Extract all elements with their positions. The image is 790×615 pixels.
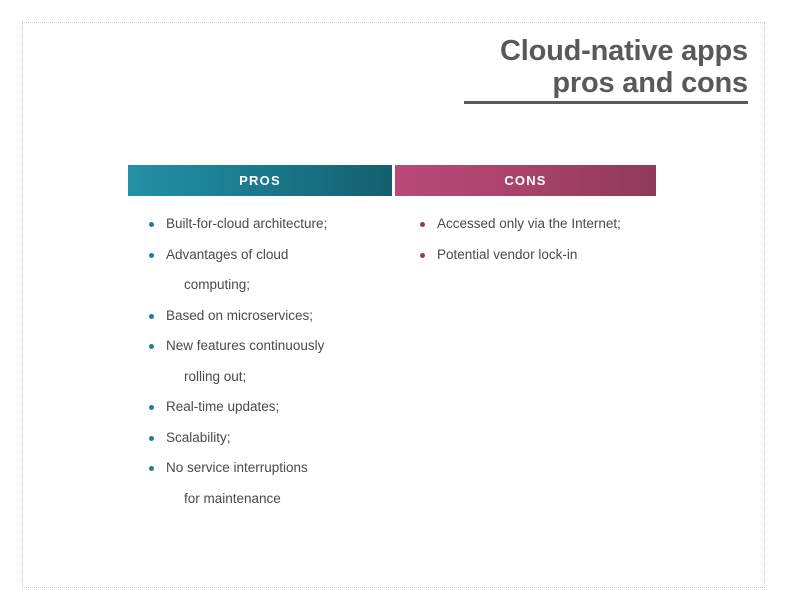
page-title: Cloud-native apps pros and cons (288, 35, 748, 105)
title-underline-rule (464, 101, 748, 105)
list-item: No service interruptions for maintenance (148, 458, 398, 509)
list-item: Potential vendor lock-in (419, 245, 689, 266)
list-item-text: Based on microservices; (166, 307, 314, 323)
pros-list: Built-for-cloud architecture; Advantages… (148, 214, 398, 509)
bullet-dot-icon (149, 435, 154, 441)
list-item-text: Accessed only via the Internet; (437, 216, 621, 231)
list-item: Built-for-cloud architecture; (148, 214, 398, 235)
page-title-line-2: pros and cons (552, 67, 748, 100)
bullet-dot-icon (149, 252, 154, 258)
bullet-dot-icon (420, 222, 425, 227)
list-item-text: No service interruptions (166, 460, 308, 476)
list-item-text: New features continuously (166, 338, 325, 354)
list-item-text: Built-for-cloud architecture; (166, 216, 328, 231)
list-item: New features continuously rolling out; (148, 336, 398, 387)
cons-list: Accessed only via the Internet; Potentia… (419, 214, 689, 265)
bullet-dot-icon (149, 222, 154, 227)
bullet-dot-icon (149, 313, 154, 319)
bullet-dot-icon (149, 344, 154, 350)
bullet-dot-icon (420, 252, 425, 258)
column-header-cons-label: CONS (504, 173, 547, 188)
list-item-continuation: for maintenance (184, 490, 281, 506)
list-item: Real-time updates; (148, 397, 398, 418)
page-title-line-2-wrapper: pros and cons (288, 67, 748, 105)
bullet-dot-icon (149, 466, 154, 472)
pros-column: Built-for-cloud architecture; Advantages… (148, 214, 398, 519)
list-item-text: Potential vendor lock-in (437, 246, 578, 262)
list-item-text: Scalability; (166, 429, 231, 445)
page-title-line-1: Cloud-native apps (500, 35, 748, 67)
list-item: Accessed only via the Internet; (419, 214, 689, 235)
column-header-cons: CONS (395, 165, 656, 196)
list-item: Advantages of cloud computing; (148, 245, 398, 296)
list-item: Scalability; (148, 428, 398, 449)
list-item-text: Real-time updates; (166, 399, 280, 415)
list-item-continuation: computing; (184, 277, 251, 293)
cons-column: Accessed only via the Internet; Potentia… (419, 214, 689, 275)
slide-canvas: Cloud-native apps pros and cons PROS CON… (0, 0, 790, 615)
column-headers: PROS CONS (128, 165, 656, 196)
list-item-continuation: rolling out; (184, 368, 247, 384)
list-item-text: Advantages of cloud (166, 246, 289, 262)
list-item: Based on microservices; (148, 306, 398, 327)
bullet-dot-icon (149, 405, 154, 411)
content-columns: Built-for-cloud architecture; Advantages… (0, 214, 790, 544)
column-header-pros: PROS (128, 165, 392, 196)
column-header-pros-label: PROS (239, 173, 281, 188)
